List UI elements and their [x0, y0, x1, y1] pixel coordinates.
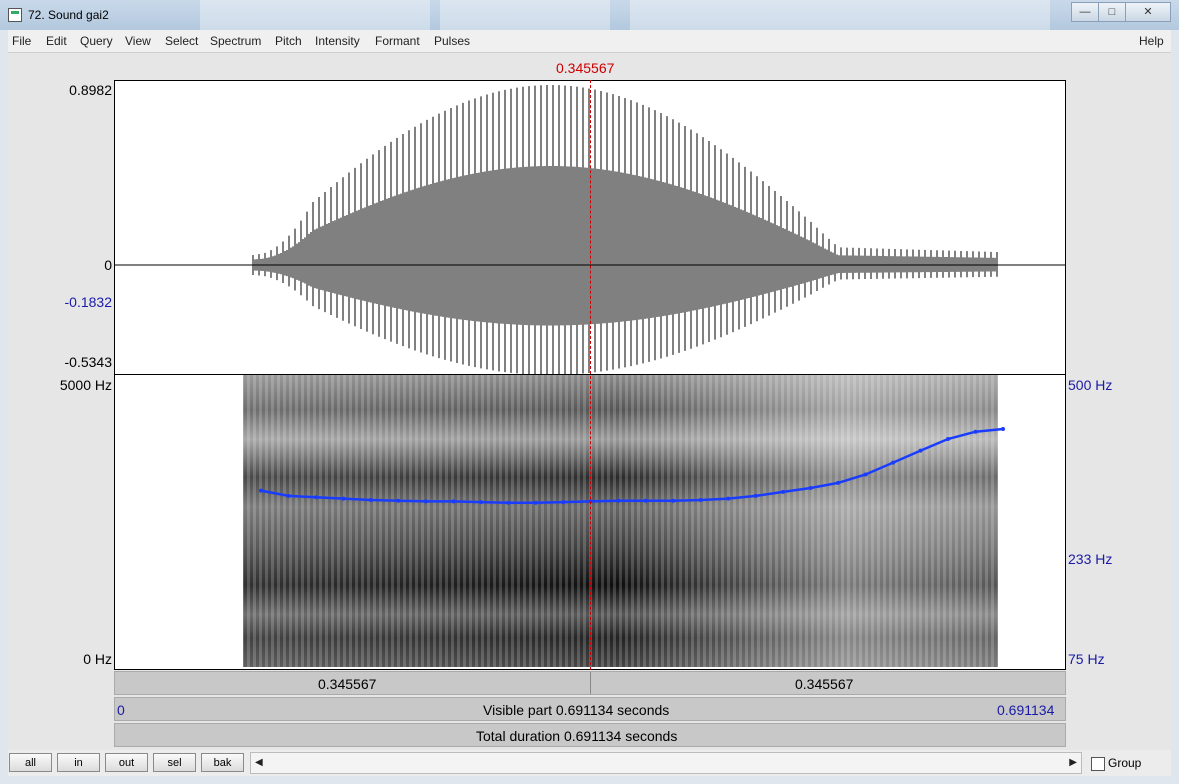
pitch-point: [423, 499, 428, 504]
window-title: 72. Sound gai2: [28, 8, 109, 22]
waveform-zero-label: 0: [104, 257, 112, 273]
menu-file[interactable]: File: [12, 34, 31, 48]
pitch-point: [314, 495, 318, 500]
menu-edit[interactable]: Edit: [46, 34, 67, 48]
menu-pitch[interactable]: Pitch: [275, 34, 302, 48]
pitch-top-label: 500 Hz: [1068, 377, 1113, 393]
cursor-time-label: 0.345567: [556, 60, 615, 76]
menu-pulses[interactable]: Pulses: [434, 34, 470, 48]
visible-end: 0.691134: [997, 702, 1055, 718]
spectrogram-bottom-label: 0 Hz: [83, 651, 112, 667]
pitch-point: [973, 429, 978, 434]
scroll-left-icon[interactable]: ◀: [255, 757, 263, 768]
scroll-right-icon[interactable]: ▶: [1069, 757, 1077, 768]
pitch-point: [451, 499, 456, 504]
pitch-point: [698, 498, 703, 502]
pitch-point: [726, 496, 731, 501]
pitch-point: [891, 460, 896, 465]
cursor-time-bar[interactable]: 0.345567 0.345567: [114, 671, 1066, 695]
pitch-point: [918, 448, 923, 453]
cursor-time-left: 0.345567: [318, 676, 377, 692]
all-button[interactable]: all: [9, 753, 52, 772]
pitch-point: [836, 480, 841, 485]
menu-bar: File Edit Query View Select Spectrum Pit…: [8, 30, 1171, 53]
pitch-point: [1001, 427, 1005, 431]
pitch-point: [616, 498, 621, 503]
menu-intensity[interactable]: Intensity: [315, 34, 360, 48]
pitch-point: [506, 500, 511, 505]
pitch-point: [259, 488, 263, 493]
menu-formant[interactable]: Formant: [375, 34, 420, 48]
pitch-point: [561, 500, 566, 505]
spectrogram-top-label: 5000 Hz: [59, 377, 112, 393]
menu-select[interactable]: Select: [165, 34, 198, 48]
total-duration-bar[interactable]: Total duration 0.691134 seconds: [114, 723, 1066, 747]
pitch-point: [808, 486, 813, 490]
pitch-point: [781, 489, 786, 494]
zoom-selection-button[interactable]: sel: [153, 753, 196, 772]
visible-part-bar[interactable]: 0 Visible part 0.691134 seconds 0.691134: [114, 697, 1066, 721]
praat-sound-window: 72. Sound gai2 — □ ✕ File Edit Query Vie…: [0, 0, 1179, 784]
zoom-in-button[interactable]: in: [57, 753, 100, 772]
waveform-cursor-value: -0.1832: [64, 294, 112, 310]
pitch-cursor-label: 233 Hz: [1068, 551, 1113, 567]
time-cursor[interactable]: [590, 80, 591, 670]
close-button[interactable]: ✕: [1125, 2, 1171, 22]
pitch-point: [368, 498, 373, 502]
group-checkbox[interactable]: [1091, 757, 1105, 771]
pitch-point: [341, 496, 346, 501]
pitch-point: [396, 498, 401, 503]
pitch-point: [863, 472, 868, 477]
menu-help[interactable]: Help: [1139, 34, 1164, 48]
menu-view[interactable]: View: [125, 34, 151, 48]
pitch-point: [533, 500, 538, 505]
pitch-bottom-label: 75 Hz: [1068, 651, 1105, 667]
title-bar: 72. Sound gai2 — □ ✕: [0, 0, 1179, 30]
zoom-out-button[interactable]: out: [105, 753, 148, 772]
total-duration-label: Total duration 0.691134 seconds: [476, 728, 678, 744]
minimize-button[interactable]: —: [1071, 2, 1099, 22]
menu-query[interactable]: Query: [80, 34, 113, 48]
cursor-time-right: 0.345567: [795, 676, 854, 692]
time-scrollbar[interactable]: ◀ ▶: [250, 752, 1082, 774]
zoom-back-button[interactable]: bak: [201, 753, 244, 772]
pitch-point: [286, 493, 291, 498]
waveform-min-label: -0.5343: [64, 354, 112, 370]
pitch-point: [753, 493, 758, 498]
pitch-point: [946, 437, 950, 441]
visible-part-label: Visible part 0.691134 seconds: [483, 702, 670, 718]
visible-start: 0: [117, 702, 125, 718]
menu-spectrum[interactable]: Spectrum: [210, 34, 261, 48]
pitch-point: [643, 498, 648, 503]
group-label: Group: [1108, 756, 1142, 770]
waveform-max-label: 0.8982: [69, 82, 112, 98]
maximize-button[interactable]: □: [1098, 2, 1126, 22]
pitch-point: [671, 498, 676, 503]
pitch-point: [478, 500, 483, 505]
app-icon: [8, 8, 22, 22]
waveform-trace: [252, 85, 998, 374]
